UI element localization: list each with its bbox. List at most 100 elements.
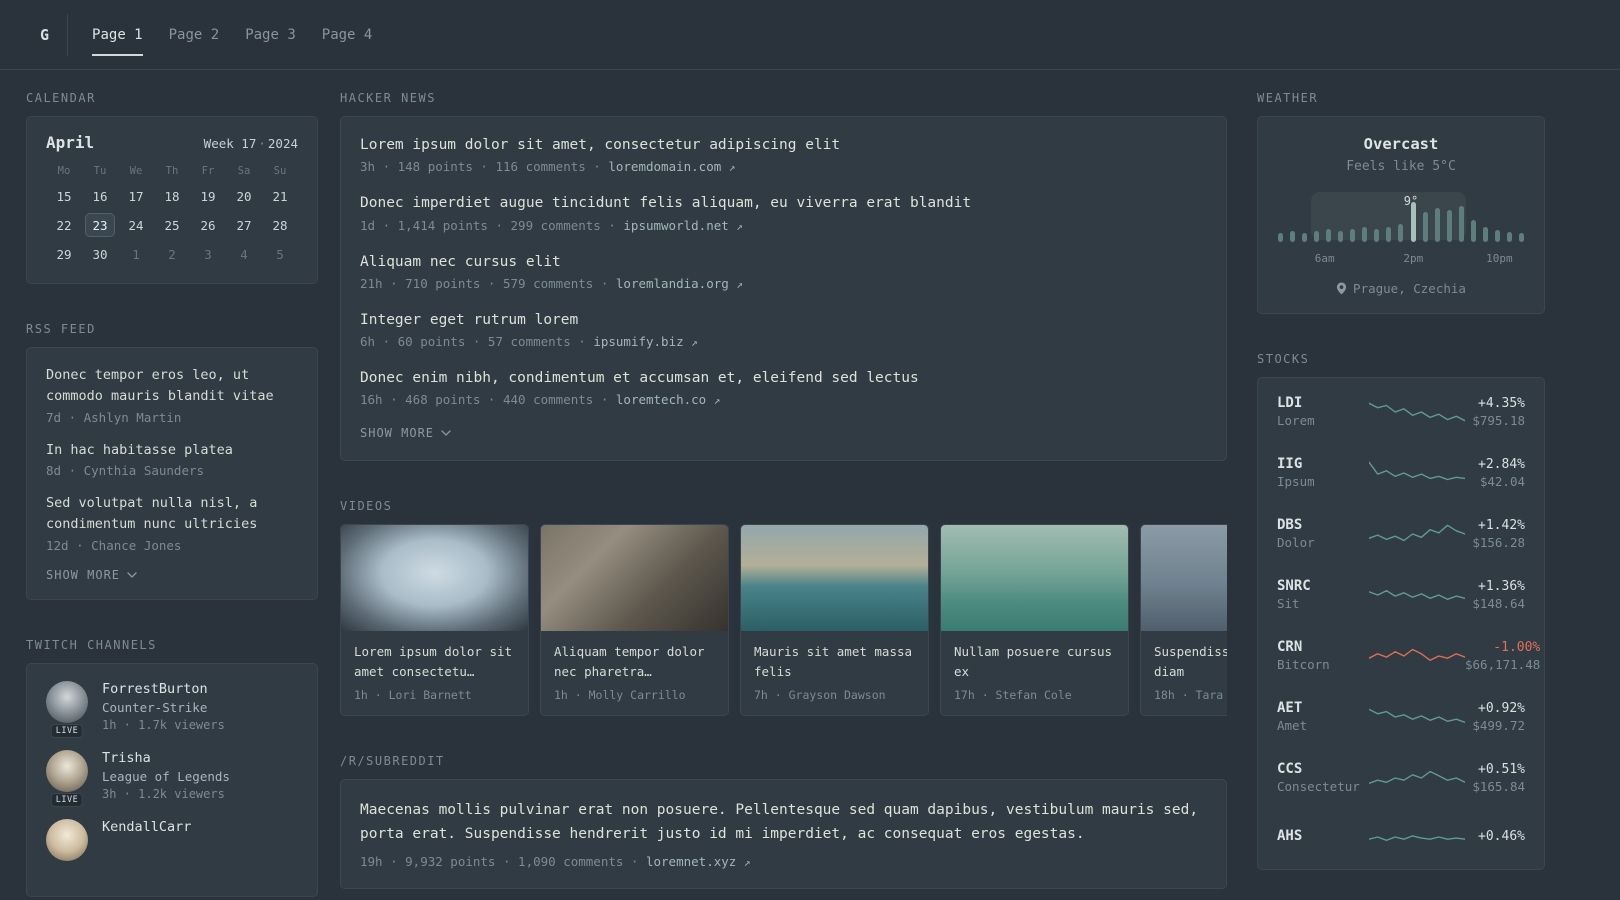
subreddit-domain-link[interactable]: loremnet.xyz ↗ [646, 854, 750, 869]
subreddit-card: Maecenas mollis pulvinar erat non posuer… [340, 779, 1227, 889]
video-thumbnail[interactable] [741, 525, 928, 632]
video-title[interactable]: Lorem ipsum dolor sit amet consectetu… [354, 642, 515, 682]
video-thumbnail[interactable] [541, 525, 728, 632]
calendar-day[interactable]: 1 [121, 242, 151, 266]
calendar-day[interactable]: 15 [49, 184, 79, 208]
subreddit-post-text[interactable]: Maecenas mollis pulvinar erat non posuer… [360, 799, 1207, 845]
stock-row[interactable]: AET Amet +0.92% $499.72 [1277, 686, 1525, 747]
stock-ticker[interactable]: AET [1277, 700, 1369, 716]
stock-row[interactable]: AHS +0.46% [1277, 808, 1525, 866]
app-logo[interactable]: G [26, 13, 69, 56]
time-label: 6am [1314, 252, 1335, 265]
rss-item-title[interactable]: In hac habitasse platea [46, 440, 298, 461]
stock-ticker[interactable]: AHS [1277, 828, 1369, 844]
calendar-day[interactable]: 4 [229, 242, 259, 266]
calendar-day[interactable]: 19 [193, 184, 223, 208]
hn-item-domain-link[interactable]: ipsumworld.net ↗ [623, 218, 743, 233]
hn-item-title[interactable]: Aliquam nec cursus elit [360, 252, 1207, 272]
calendar-day[interactable]: 21 [265, 184, 295, 208]
video-card[interactable]: Aliquam tempor dolor nec pharetra… 1h · … [540, 524, 729, 717]
calendar-day[interactable]: 28 [265, 213, 295, 237]
calendar-day[interactable]: 2 [157, 242, 187, 266]
stock-row[interactable]: DBS Dolor +1.42% $156.28 [1277, 503, 1525, 564]
calendar-day[interactable]: 3 [193, 242, 223, 266]
calendar-day[interactable]: 30 [85, 242, 115, 266]
hn-item-domain[interactable]: ipsumify.biz [593, 334, 683, 349]
calendar-day[interactable]: 24 [121, 213, 151, 237]
video-title[interactable]: Mauris sit amet massa felis [754, 642, 915, 682]
stock-row[interactable]: CRN Bitcorn -1.00% $66,171.48 [1277, 625, 1540, 686]
hn-item[interactable]: Donec imperdiet augue tincidunt felis al… [360, 193, 1207, 232]
nav-tab[interactable]: Page 2 [169, 23, 220, 47]
video-thumbnail[interactable] [1141, 525, 1227, 632]
weather-location[interactable]: Prague, Czechia [1276, 281, 1526, 296]
twitch-channel[interactable]: LIVE ForrestBurton Counter-Strike 1h · 1… [46, 680, 298, 738]
rss-item[interactable]: Sed volutpat nulla nisl, a condimentum n… [46, 493, 298, 553]
hn-item-domain[interactable]: loremdomain.com [608, 159, 721, 174]
calendar-day[interactable]: 29 [49, 242, 79, 266]
hn-item-title[interactable]: Lorem ipsum dolor sit amet, consectetur … [360, 135, 1207, 155]
video-thumbnail[interactable] [341, 525, 528, 632]
stock-row[interactable]: IIG Ipsum +2.84% $42.04 [1277, 442, 1525, 503]
video-title[interactable]: Suspendisse diam [1154, 642, 1227, 682]
video-card[interactable]: Lorem ipsum dolor sit amet consectetu… 1… [340, 524, 529, 717]
rss-item-title[interactable]: Sed volutpat nulla nisl, a condimentum n… [46, 493, 298, 536]
hn-item-domain[interactable]: loremlandia.org [616, 276, 729, 291]
channel-name[interactable]: Trisha [102, 750, 230, 766]
stock-row[interactable]: LDI Lorem +4.35% $795.18 [1277, 381, 1525, 442]
stock-ticker[interactable]: CCS [1277, 761, 1369, 777]
video-thumbnail[interactable] [941, 525, 1128, 632]
hn-item[interactable]: Donec enim nibh, condimentum et accumsan… [360, 368, 1207, 407]
hn-item-domain-link[interactable]: ipsumify.biz ↗ [593, 334, 697, 349]
stock-ticker[interactable]: CRN [1277, 639, 1369, 655]
video-title[interactable]: Aliquam tempor dolor nec pharetra… [554, 642, 715, 682]
hn-item-title[interactable]: Integer eget rutrum lorem [360, 310, 1207, 330]
calendar-day[interactable]: 26 [193, 213, 223, 237]
hn-item-title[interactable]: Donec enim nibh, condimentum et accumsan… [360, 368, 1207, 388]
calendar-day[interactable]: 22 [49, 213, 79, 237]
hn-item[interactable]: Integer eget rutrum lorem 6h · 60 points… [360, 310, 1207, 349]
calendar-day[interactable]: 16 [85, 184, 115, 208]
channel-name[interactable]: KendallCarr [102, 819, 191, 835]
channel-name[interactable]: ForrestBurton [102, 681, 225, 697]
twitch-channel[interactable]: LIVE Trisha League of Legends 3h · 1.2k … [46, 749, 298, 807]
video-card[interactable]: Mauris sit amet massa felis 7h · Grayson… [740, 524, 929, 717]
stock-row[interactable]: CCS Consectetur +0.51% $165.84 [1277, 747, 1525, 808]
calendar-day[interactable]: 25 [157, 213, 187, 237]
stock-row[interactable]: SNRC Sit +1.36% $148.64 [1277, 564, 1525, 625]
calendar-day[interactable]: 18 [157, 184, 187, 208]
hn-item[interactable]: Lorem ipsum dolor sit amet, consectetur … [360, 135, 1207, 174]
hn-show-more-button[interactable]: SHOW MORE [360, 426, 451, 440]
rss-item[interactable]: Donec tempor eros leo, ut commodo mauris… [46, 365, 298, 425]
subreddit-domain[interactable]: loremnet.xyz [646, 854, 736, 869]
video-card[interactable]: Nullam posuere cursus ex 17h · Stefan Co… [940, 524, 1129, 717]
calendar-day[interactable]: 27 [229, 213, 259, 237]
stock-ticker[interactable]: IIG [1277, 456, 1369, 472]
stock-ticker[interactable]: DBS [1277, 517, 1369, 533]
nav-tab[interactable]: Page 1 [92, 23, 143, 56]
stock-change: +4.35% [1478, 395, 1525, 411]
rss-item[interactable]: In hac habitasse platea 8d · Cynthia Sau… [46, 440, 298, 478]
video-card[interactable]: Suspendisse diam 18h · Tara [1140, 524, 1227, 717]
hn-item-domain-link[interactable]: loremtech.co ↗ [616, 392, 720, 407]
nav-tab[interactable]: Page 4 [322, 23, 373, 47]
stock-ticker[interactable]: SNRC [1277, 578, 1369, 594]
channel-meta: 1h · 1.7k viewers [102, 717, 225, 732]
hn-item-domain[interactable]: ipsumworld.net [623, 218, 728, 233]
hn-item-domain[interactable]: loremtech.co [616, 392, 706, 407]
stock-ticker[interactable]: LDI [1277, 395, 1369, 411]
section-title-calendar: CALENDAR [26, 91, 96, 105]
hn-item-domain-link[interactable]: loremdomain.com ↗ [608, 159, 735, 174]
calendar-day[interactable]: 23 [85, 213, 115, 237]
calendar-day[interactable]: 20 [229, 184, 259, 208]
rss-show-more-button[interactable]: SHOW MORE [46, 568, 137, 582]
nav-tab[interactable]: Page 3 [245, 23, 296, 47]
calendar-day[interactable]: 5 [265, 242, 295, 266]
calendar-day[interactable]: 17 [121, 184, 151, 208]
hn-item[interactable]: Aliquam nec cursus elit 21h · 710 points… [360, 252, 1207, 291]
twitch-channel[interactable]: KendallCarr [46, 818, 298, 861]
hn-item-title[interactable]: Donec imperdiet augue tincidunt felis al… [360, 193, 1207, 213]
video-title[interactable]: Nullam posuere cursus ex [954, 642, 1115, 682]
hn-item-domain-link[interactable]: loremlandia.org ↗ [616, 276, 743, 291]
rss-item-title[interactable]: Donec tempor eros leo, ut commodo mauris… [46, 365, 298, 408]
